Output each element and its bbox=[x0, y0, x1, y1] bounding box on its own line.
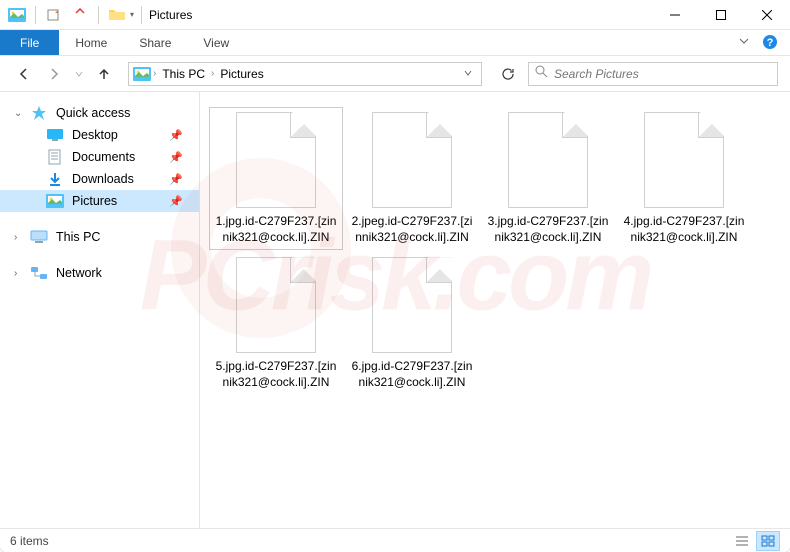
sidebar-item-label: Documents bbox=[72, 150, 135, 164]
chevron-right-icon[interactable]: › bbox=[153, 68, 156, 79]
file-thumbnail-icon bbox=[508, 112, 588, 208]
help-icon[interactable]: ? bbox=[762, 34, 778, 55]
file-item[interactable]: 1.jpg.id-C279F237.[zinnik321@cock.li].ZI… bbox=[210, 108, 342, 249]
window-title: Pictures bbox=[149, 8, 192, 22]
file-thumbnail-icon bbox=[236, 112, 316, 208]
breadcrumb-this-pc[interactable]: This PC bbox=[158, 67, 209, 81]
sidebar-item-desktop[interactable]: Desktop 📌 bbox=[0, 124, 199, 146]
refresh-button[interactable] bbox=[494, 62, 522, 86]
sidebar-item-pictures[interactable]: Pictures 📌 bbox=[0, 190, 199, 212]
sidebar-item-label: Downloads bbox=[72, 172, 134, 186]
caret-down-icon[interactable]: ⌄ bbox=[14, 108, 22, 119]
nav-up-button[interactable] bbox=[92, 62, 116, 86]
file-item[interactable]: 4.jpg.id-C279F237.[zinnik321@cock.li].ZI… bbox=[618, 108, 750, 249]
qat-dropdown-icon[interactable]: ▾ bbox=[130, 10, 134, 19]
nav-toolbar: › This PC › Pictures bbox=[0, 56, 790, 92]
search-icon bbox=[535, 65, 548, 83]
documents-icon bbox=[46, 148, 64, 166]
file-name: 3.jpg.id-C279F237.[zinnik321@cock.li].ZI… bbox=[486, 214, 610, 245]
nav-recent-dropdown[interactable] bbox=[72, 62, 86, 86]
quick-access-new-icon[interactable] bbox=[43, 4, 65, 26]
computer-icon bbox=[30, 228, 48, 246]
pin-icon: 📌 bbox=[169, 151, 183, 164]
sidebar-label: Network bbox=[56, 266, 102, 280]
file-name: 2.jpeg.id-C279F237.[zinnik321@cock.li].Z… bbox=[350, 214, 474, 245]
ribbon-file-tab[interactable]: File bbox=[0, 30, 59, 55]
address-location-icon bbox=[133, 65, 151, 83]
ribbon: File Home Share View ? bbox=[0, 30, 790, 56]
sidebar-this-pc[interactable]: › This PC bbox=[0, 226, 199, 248]
file-name: 5.jpg.id-C279F237.[zinnik321@cock.li].ZI… bbox=[214, 359, 338, 390]
quick-access-properties-icon[interactable] bbox=[69, 4, 91, 26]
pin-icon: 📌 bbox=[169, 173, 183, 186]
pin-icon: 📌 bbox=[169, 195, 183, 208]
file-name: 6.jpg.id-C279F237.[zinnik321@cock.li].ZI… bbox=[350, 359, 474, 390]
ribbon-expand-icon[interactable] bbox=[738, 34, 750, 52]
file-item[interactable]: 6.jpg.id-C279F237.[zinnik321@cock.li].ZI… bbox=[346, 253, 478, 394]
app-icon bbox=[6, 4, 28, 26]
sidebar-item-label: Desktop bbox=[72, 128, 118, 142]
file-thumbnail-icon bbox=[372, 257, 452, 353]
nav-forward-button[interactable] bbox=[42, 62, 66, 86]
ribbon-tab-home[interactable]: Home bbox=[59, 30, 123, 55]
sidebar-network[interactable]: › Network bbox=[0, 262, 199, 284]
downloads-icon bbox=[46, 170, 64, 188]
content-pane[interactable]: 1.jpg.id-C279F237.[zinnik321@cock.li].ZI… bbox=[200, 92, 790, 528]
pin-icon: 📌 bbox=[169, 129, 183, 142]
file-item[interactable]: 2.jpeg.id-C279F237.[zinnik321@cock.li].Z… bbox=[346, 108, 478, 249]
sidebar: ⌄ Quick access Desktop 📌 Documents 📌 Dow bbox=[0, 92, 200, 528]
sidebar-label: This PC bbox=[56, 230, 100, 244]
sidebar-label: Quick access bbox=[56, 106, 130, 120]
title-bar: ▾ Pictures bbox=[0, 0, 790, 30]
sidebar-item-downloads[interactable]: Downloads 📌 bbox=[0, 168, 199, 190]
ribbon-tab-view[interactable]: View bbox=[187, 30, 245, 55]
svg-text:?: ? bbox=[767, 37, 774, 49]
file-thumbnail-icon bbox=[236, 257, 316, 353]
search-box[interactable] bbox=[528, 62, 778, 86]
star-icon bbox=[30, 104, 48, 122]
folder-icon bbox=[106, 4, 128, 26]
maximize-button[interactable] bbox=[698, 0, 744, 30]
status-item-count: 6 items bbox=[10, 534, 49, 548]
status-bar: 6 items bbox=[0, 528, 790, 552]
file-thumbnail-icon bbox=[644, 112, 724, 208]
view-details-button[interactable] bbox=[730, 531, 754, 551]
view-thumbnails-button[interactable] bbox=[756, 531, 780, 551]
close-button[interactable] bbox=[744, 0, 790, 30]
sidebar-item-label: Pictures bbox=[72, 194, 117, 208]
file-name: 4.jpg.id-C279F237.[zinnik321@cock.li].ZI… bbox=[622, 214, 746, 245]
minimize-button[interactable] bbox=[652, 0, 698, 30]
nav-back-button[interactable] bbox=[12, 62, 36, 86]
network-icon bbox=[30, 264, 48, 282]
pictures-icon bbox=[46, 192, 64, 210]
search-input[interactable] bbox=[554, 67, 771, 81]
caret-right-icon[interactable]: › bbox=[14, 268, 17, 279]
caret-right-icon[interactable]: › bbox=[14, 232, 17, 243]
address-dropdown-icon[interactable] bbox=[459, 65, 477, 83]
ribbon-tab-share[interactable]: Share bbox=[123, 30, 187, 55]
chevron-right-icon[interactable]: › bbox=[211, 68, 214, 79]
file-thumbnail-icon bbox=[372, 112, 452, 208]
address-bar[interactable]: › This PC › Pictures bbox=[128, 62, 482, 86]
file-name: 1.jpg.id-C279F237.[zinnik321@cock.li].ZI… bbox=[214, 214, 338, 245]
sidebar-item-documents[interactable]: Documents 📌 bbox=[0, 146, 199, 168]
breadcrumb-pictures[interactable]: Pictures bbox=[216, 67, 267, 81]
sidebar-quick-access[interactable]: ⌄ Quick access bbox=[0, 102, 199, 124]
file-item[interactable]: 5.jpg.id-C279F237.[zinnik321@cock.li].ZI… bbox=[210, 253, 342, 394]
file-item[interactable]: 3.jpg.id-C279F237.[zinnik321@cock.li].ZI… bbox=[482, 108, 614, 249]
desktop-icon bbox=[46, 126, 64, 144]
